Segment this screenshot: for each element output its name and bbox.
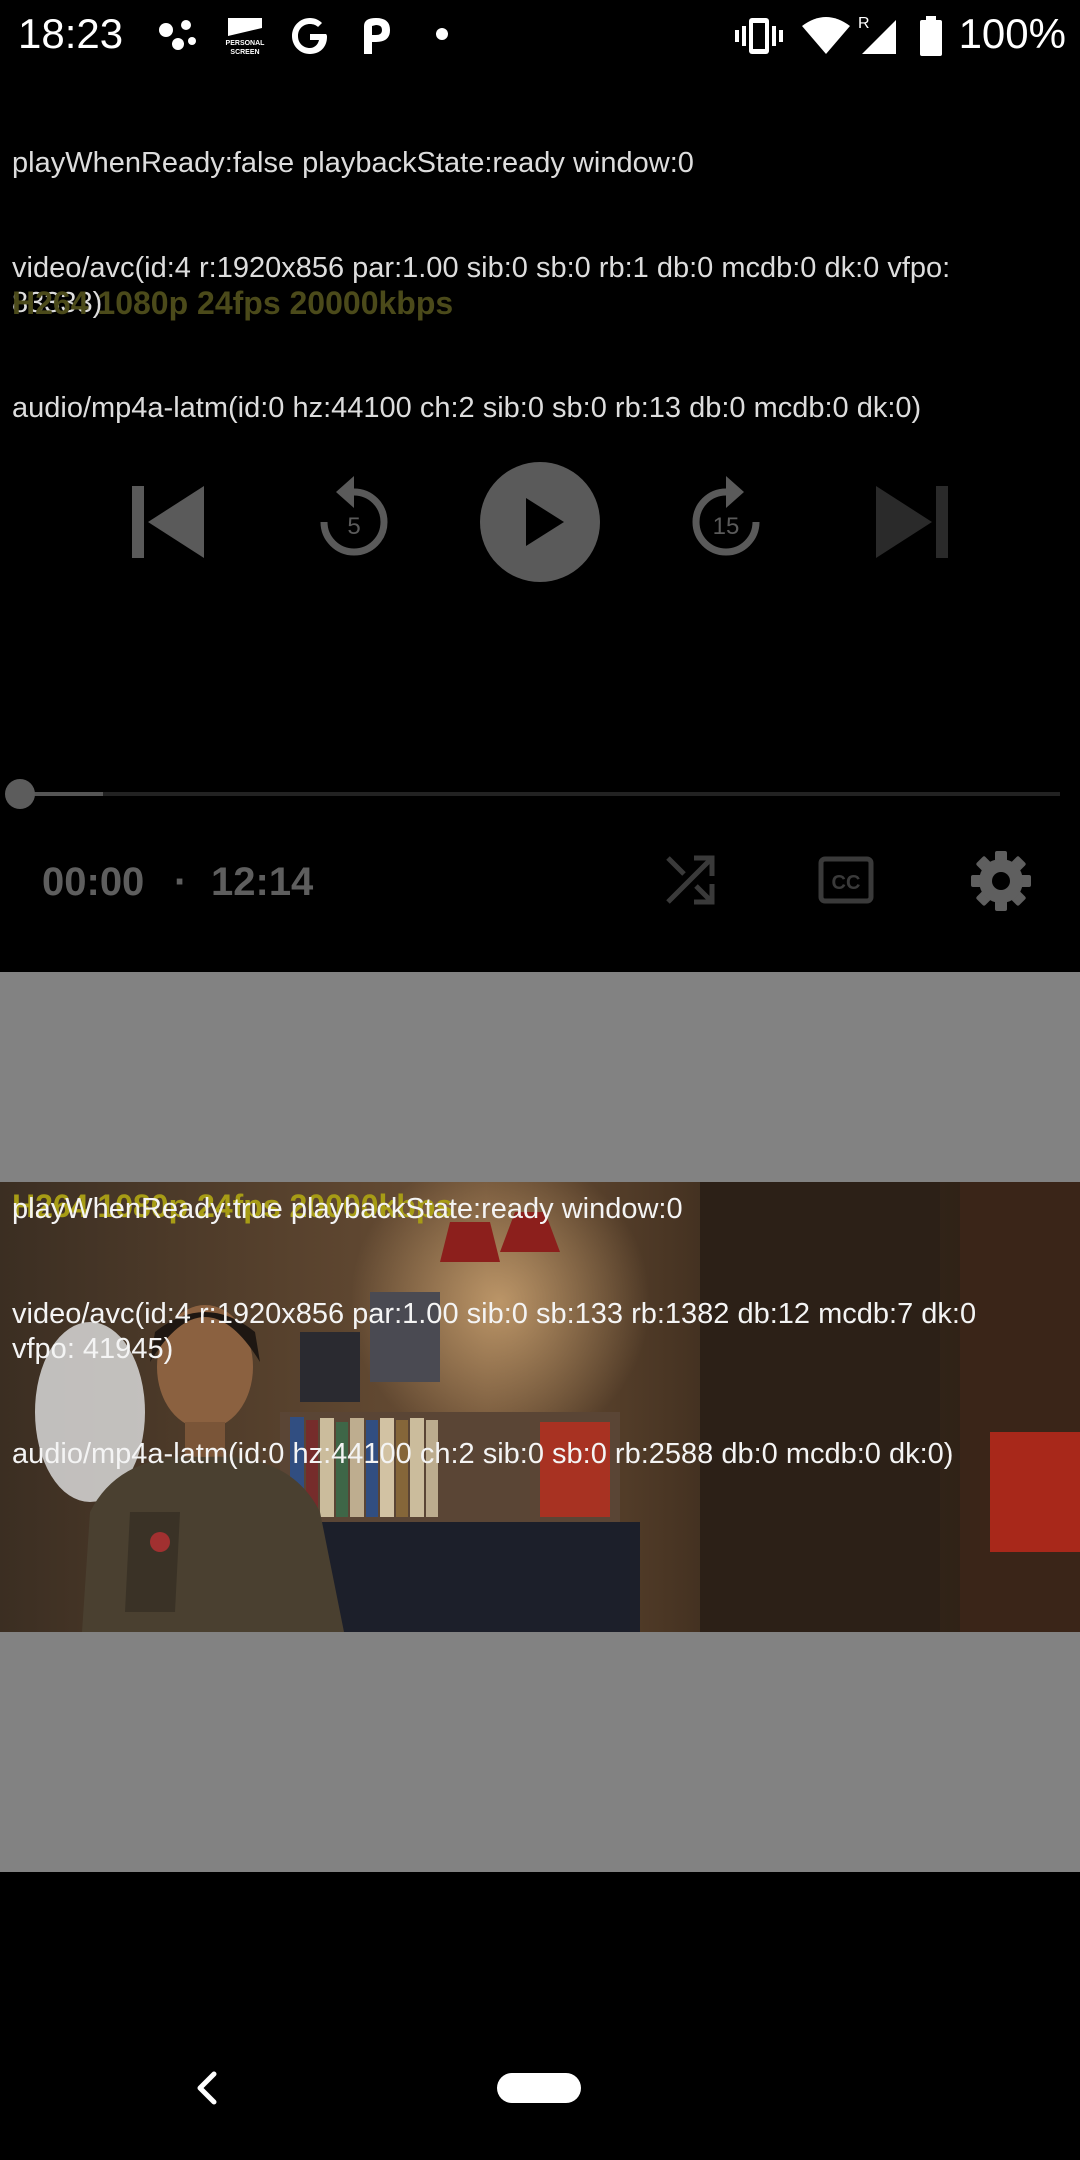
previous-icon[interactable] [130,484,206,565]
cc-text: CC [832,872,861,894]
forward-seconds: 15 [713,513,740,540]
duration-time: 12:14 [211,860,314,904]
closed-captions-icon[interactable]: CC [818,854,874,911]
back-icon[interactable] [190,2066,224,2115]
personal-screen-text: SCREEN [230,49,259,56]
dot-icon [434,26,450,47]
assistant-dots-icon [156,14,200,63]
shuffle-icon[interactable] [664,854,716,911]
position-time: 00:00 [42,860,145,904]
rewind-seconds: 5 [347,513,360,540]
google-icon [288,14,332,63]
next-icon[interactable] [874,484,950,565]
personal-screen-icon: PERSONAL SCREEN [224,14,266,63]
debug-line: playWhenReady:false playbackState:ready … [12,147,694,179]
personal-screen-text: PERSONAL [226,40,266,47]
seek-bar[interactable] [20,792,1060,796]
settings-icon[interactable] [970,850,1032,917]
top-player[interactable]: playWhenReady:false playbackState:ready … [0,72,1080,972]
battery-percent: 100% [958,10,1066,57]
debug-line: audio/mp4a-latm(id:0 hz:44100 ch:2 sib:0… [12,392,922,424]
second-player[interactable]: H264 1080p 24fps 20000kbps playWhenReady… [0,972,1080,1872]
seek-thumb[interactable] [5,779,35,809]
time-separator: · [174,860,188,904]
signal-roaming-icon: R [858,14,898,63]
play-button[interactable] [480,462,600,587]
p-app-icon [354,14,398,63]
status-time: 18:23 [18,10,124,57]
status-bar: 18:23 PERSONAL SCREEN R 100% [0,0,1080,72]
debug-info: playWhenReady:true playbackState:ready w… [12,1122,1072,1542]
fast-forward-icon[interactable]: 15 [688,474,764,571]
roaming-text: R [858,15,870,32]
debug-line: playWhenReady:true playbackState:ready w… [12,1193,683,1225]
rewind-icon[interactable]: 5 [316,474,392,571]
debug-line: video/avc(id:4 r:1920x856 par:1.00 sib:0… [12,1298,977,1365]
home-pill[interactable] [497,2073,581,2103]
wifi-icon [800,14,852,63]
vibrate-icon [734,14,784,63]
format-label: H264 1080p 24fps 20000kbps [12,285,454,321]
debug-line: audio/mp4a-latm(id:0 hz:44100 ch:2 sib:0… [12,1438,954,1470]
battery-icon [918,14,944,63]
